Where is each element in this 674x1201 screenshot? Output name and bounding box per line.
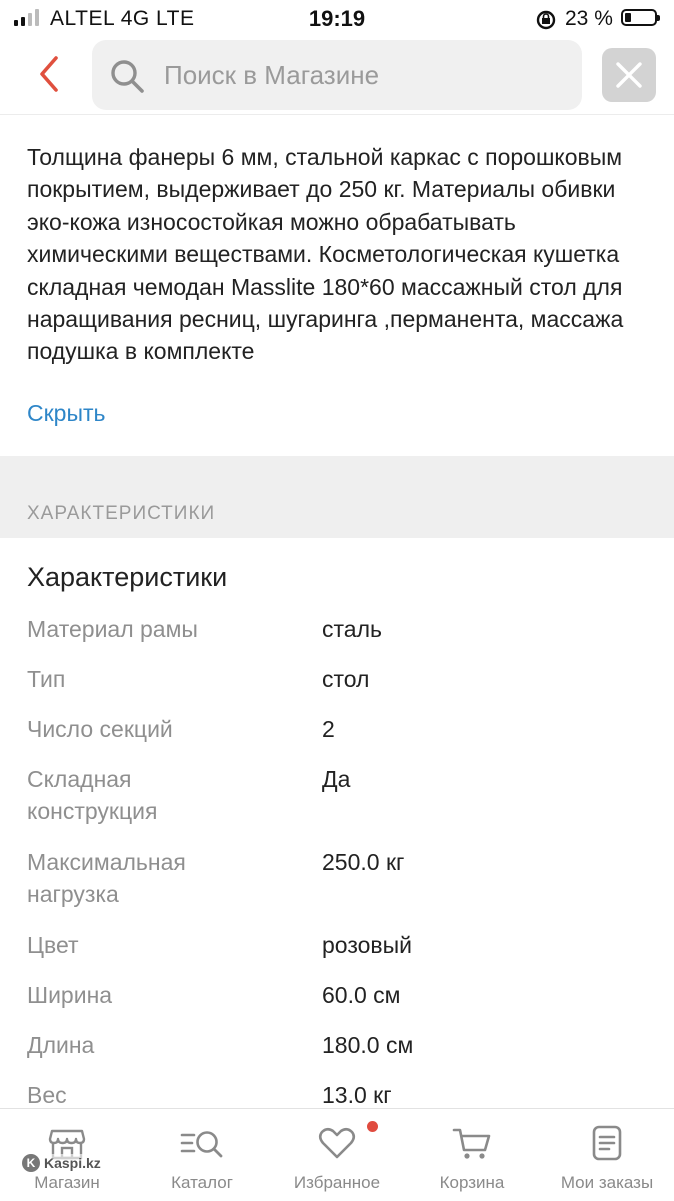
section-band xyxy=(0,456,674,538)
close-button[interactable] xyxy=(602,48,656,102)
nav-item-catalog[interactable]: Каталог xyxy=(135,1109,269,1201)
search-icon xyxy=(111,60,144,93)
spec-value: 2 xyxy=(322,716,335,742)
header-divider xyxy=(0,114,674,115)
nav-label: Мои заказы xyxy=(560,1173,654,1192)
section-band-title: ХАРАКТЕРИСТИКИ xyxy=(27,503,216,524)
nav-label: Избранное xyxy=(293,1173,381,1192)
back-button[interactable] xyxy=(30,52,70,96)
spec-value: сталь xyxy=(322,616,382,642)
orders-icon xyxy=(592,1125,622,1161)
close-icon xyxy=(616,62,642,88)
nav-item-favorites[interactable]: Избранное xyxy=(270,1109,404,1201)
spec-value: стол xyxy=(322,666,370,692)
spec-key: Максимальная нагрузка xyxy=(27,849,186,907)
spec-key: Тип xyxy=(27,666,66,692)
watermark-text: Kaspi.kz xyxy=(44,1155,101,1171)
kaspi-logo-icon: K xyxy=(22,1154,40,1172)
nav-item-orders[interactable]: Мои заказы xyxy=(540,1109,674,1201)
battery-icon xyxy=(621,9,660,26)
status-bar: ALTEL 4G LTE 19:19 23 % xyxy=(0,0,674,38)
heart-icon xyxy=(318,1127,356,1159)
rotation-lock-icon xyxy=(536,10,556,30)
spec-value: 180.0 см xyxy=(322,1032,414,1058)
battery-percent: 23 % xyxy=(565,7,613,30)
nav-label: Каталог xyxy=(171,1173,233,1192)
search-bar[interactable] xyxy=(92,40,582,110)
spec-value: 60.0 см xyxy=(322,982,401,1008)
product-description: Толщина фанеры 6 мм, стальной каркас с п… xyxy=(27,144,624,365)
spec-value: розовый xyxy=(322,932,413,958)
spec-key: Ширина xyxy=(27,982,113,1008)
cart-icon xyxy=(452,1128,491,1159)
spec-key: Число секций xyxy=(27,716,173,742)
spec-key: Складная конструкция xyxy=(27,766,158,824)
nav-label: Корзина xyxy=(439,1173,505,1192)
nav-label: Магазин xyxy=(34,1173,100,1192)
spec-value: 13.0 кг xyxy=(322,1082,392,1108)
kaspi-watermark: K Kaspi.kz xyxy=(22,1154,101,1172)
spec-key: Вес xyxy=(27,1082,67,1108)
spec-value: Да xyxy=(322,766,351,792)
bottom-nav: Магазин Каталог Избранное Корзина Мои за… xyxy=(0,1108,674,1201)
characteristics-title: Характеристики xyxy=(27,562,228,592)
spec-key: Материал рамы xyxy=(27,616,198,642)
catalog-search-icon xyxy=(180,1131,223,1158)
hide-description-link[interactable]: Скрыть xyxy=(27,400,106,427)
spec-value: 250.0 кг xyxy=(322,849,405,875)
chevron-left-icon xyxy=(40,56,58,92)
spec-key: Длина xyxy=(27,1032,95,1058)
spec-key: Цвет xyxy=(27,932,79,958)
favorites-badge-dot xyxy=(367,1121,378,1132)
nav-item-cart[interactable]: Корзина xyxy=(405,1109,539,1201)
search-input[interactable] xyxy=(164,52,564,98)
